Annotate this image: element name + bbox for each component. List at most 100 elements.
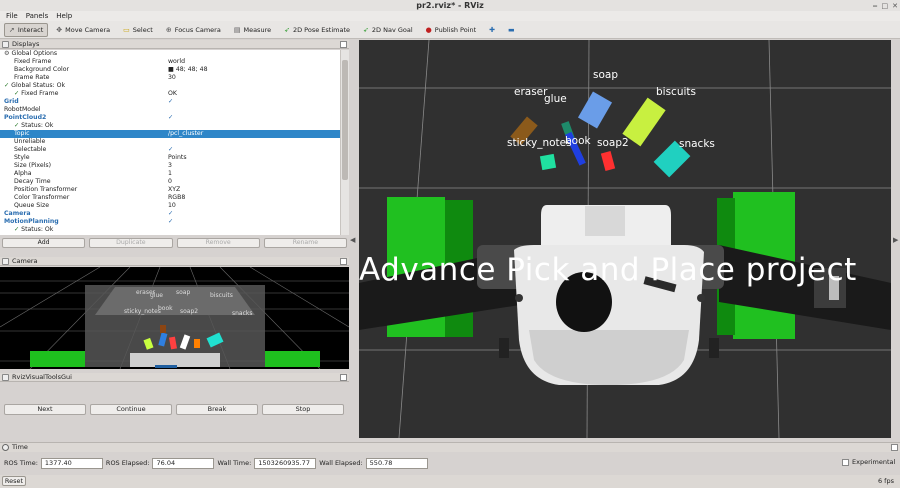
displays-panel-header: Displays (0, 40, 349, 49)
status-bar: Reset 6 fps (0, 475, 900, 488)
display-row[interactable]: Queue Size 10 (0, 202, 340, 210)
plus-icon: ✚ (489, 25, 496, 34)
menu-panels[interactable]: Panels (26, 11, 49, 21)
tool-move-camera[interactable]: ✥ Move Camera (51, 23, 115, 37)
camera-object-label: soap (176, 289, 191, 296)
display-row[interactable]: Style Points (0, 154, 340, 162)
display-row-value: ✓ (168, 218, 174, 225)
display-row[interactable]: PointCloud2 ✓ (0, 114, 340, 122)
camera-panel-title: Camera (12, 257, 38, 265)
ros-time-label: ROS Time: (4, 459, 38, 467)
tool-2d-pose-estimate[interactable]: ➶ 2D Pose Estimate (279, 23, 355, 37)
display-row[interactable]: ✓ Fixed Frame OK (0, 90, 340, 98)
display-row-key: Color Transformer (14, 194, 70, 201)
tool-select[interactable]: ▭ Select (118, 23, 158, 37)
display-row-value: 0 (168, 178, 172, 185)
check-icon: ✓ (14, 226, 20, 233)
display-row-key: Frame Rate (14, 74, 50, 81)
panel-icon (2, 374, 9, 381)
display-row[interactable]: Selectable ✓ (0, 146, 340, 154)
displays-scrollbar[interactable] (340, 50, 349, 235)
focus-icon: ⊕ (165, 25, 172, 34)
display-row[interactable]: Fixed Frame world (0, 58, 340, 66)
object-label: eraser (514, 86, 548, 98)
display-row[interactable]: Decay Time 0 (0, 178, 340, 186)
next-button[interactable]: Next (4, 404, 86, 415)
object-label: soap2 (597, 137, 629, 149)
display-row-value: 3 (168, 162, 172, 169)
display-row[interactable]: Color Transformer RGB8 (0, 194, 340, 202)
display-row-key: Fixed Frame (14, 58, 52, 65)
add-button[interactable]: Add (2, 238, 86, 248)
display-row-value: XYZ (168, 186, 181, 193)
menu-bar: File Panels Help (0, 11, 900, 21)
camera-view[interactable]: soap eraser glue biscuits sticky_notes book so… (0, 267, 349, 369)
tool-focus-camera[interactable]: ⊕ Focus Camera (161, 23, 226, 37)
collapse-left-icon[interactable]: ◀ (350, 236, 355, 244)
fps-readout: 6 fps (877, 477, 894, 485)
display-row[interactable]: Position Transformer XYZ (0, 186, 340, 194)
menu-help[interactable]: Help (56, 11, 72, 21)
panel-float-button[interactable] (891, 444, 898, 451)
display-row[interactable]: Frame Rate 30 (0, 74, 340, 82)
display-row[interactable]: ✓ Status: Ok (0, 226, 340, 234)
tool-2d-nav-goal[interactable]: ➶ 2D Nav Goal (358, 23, 418, 37)
scrollbar-thumb[interactable] (342, 60, 348, 180)
display-row-value: ■ 48; 48; 48 (168, 66, 208, 73)
tool-interact[interactable]: ➚ Interact (4, 22, 49, 37)
tool-measure[interactable]: ▤ Measure (229, 23, 276, 37)
remove-tool-button[interactable]: ▬ (503, 23, 520, 37)
display-row[interactable]: Unreliable (0, 138, 340, 146)
experimental-checkbox[interactable] (842, 459, 849, 466)
remove-button[interactable]: Remove (176, 238, 260, 248)
wall-time-field[interactable]: 1503260935.77 (254, 457, 317, 469)
display-row-key: Camera (4, 210, 31, 217)
collapse-right-icon[interactable]: ▶ (893, 236, 898, 244)
3d-viewport[interactable]: soap eraser glue biscuits sticky_notes book so… (359, 40, 891, 438)
wall-time-label: Wall Time: (217, 459, 252, 467)
display-row-key: Selectable (14, 146, 47, 153)
displays-buttons: Add Duplicate Remove Rename (0, 237, 349, 249)
display-row-key: PointCloud2 (4, 114, 47, 121)
wall-elapsed-field[interactable]: 550.78 (365, 457, 428, 469)
display-row-value: ✓ (168, 146, 174, 153)
experimental-label: Experimental (852, 458, 896, 466)
display-row[interactable]: ⚙ Global Options (0, 50, 340, 58)
rename-button[interactable]: Rename (263, 238, 347, 248)
display-row[interactable]: RobotModel (0, 106, 340, 114)
camera-object-label: sticky_notes (124, 308, 161, 315)
panel-icon (2, 41, 9, 48)
panel-float-button[interactable] (340, 374, 347, 381)
display-row[interactable]: ✓ Status: Ok (0, 122, 340, 130)
display-row[interactable]: Background Color ■ 48; 48; 48 (0, 66, 340, 74)
time-panel-header: Time (0, 442, 900, 452)
duplicate-button[interactable]: Duplicate (89, 238, 173, 248)
stop-button[interactable]: Stop (262, 404, 344, 415)
pin-icon: ● (425, 25, 432, 34)
ros-elapsed-field[interactable]: 76.04 (152, 457, 215, 469)
object-label: biscuits (656, 86, 696, 98)
ros-time-field[interactable]: 1377.40 (40, 457, 103, 469)
reset-button[interactable]: Reset (2, 476, 26, 486)
display-row[interactable]: MotionPlanning ✓ (0, 218, 340, 226)
display-row[interactable]: Alpha 1 (0, 170, 340, 178)
check-icon: ✓ (14, 122, 20, 129)
object-label: glue (544, 93, 567, 105)
display-row-key: Topic (14, 130, 30, 137)
display-row[interactable]: Camera ✓ (0, 210, 340, 218)
display-row[interactable]: ✓ Global Status: Ok (0, 82, 340, 90)
display-row-key: Status: Ok (21, 122, 54, 129)
tool-bar: ➚ Interact ✥ Move Camera ▭ Select ⊕ Focus Camer… (0, 21, 900, 39)
panel-float-button[interactable] (340, 41, 347, 48)
tool-label: Move Camera (65, 25, 111, 34)
display-row[interactable]: Topic/pcl_cluster (0, 130, 340, 138)
display-row[interactable]: Grid ✓ (0, 98, 340, 106)
panel-float-button[interactable] (340, 258, 347, 265)
menu-file[interactable]: File (6, 11, 18, 21)
tool-label: Measure (243, 25, 272, 34)
tool-publish-point[interactable]: ● Publish Point (421, 23, 481, 37)
continue-button[interactable]: Continue (90, 404, 172, 415)
break-button[interactable]: Break (176, 404, 258, 415)
add-tool-button[interactable]: ✚ (484, 23, 500, 37)
display-row[interactable]: Size (Pixels) 3 (0, 162, 340, 170)
